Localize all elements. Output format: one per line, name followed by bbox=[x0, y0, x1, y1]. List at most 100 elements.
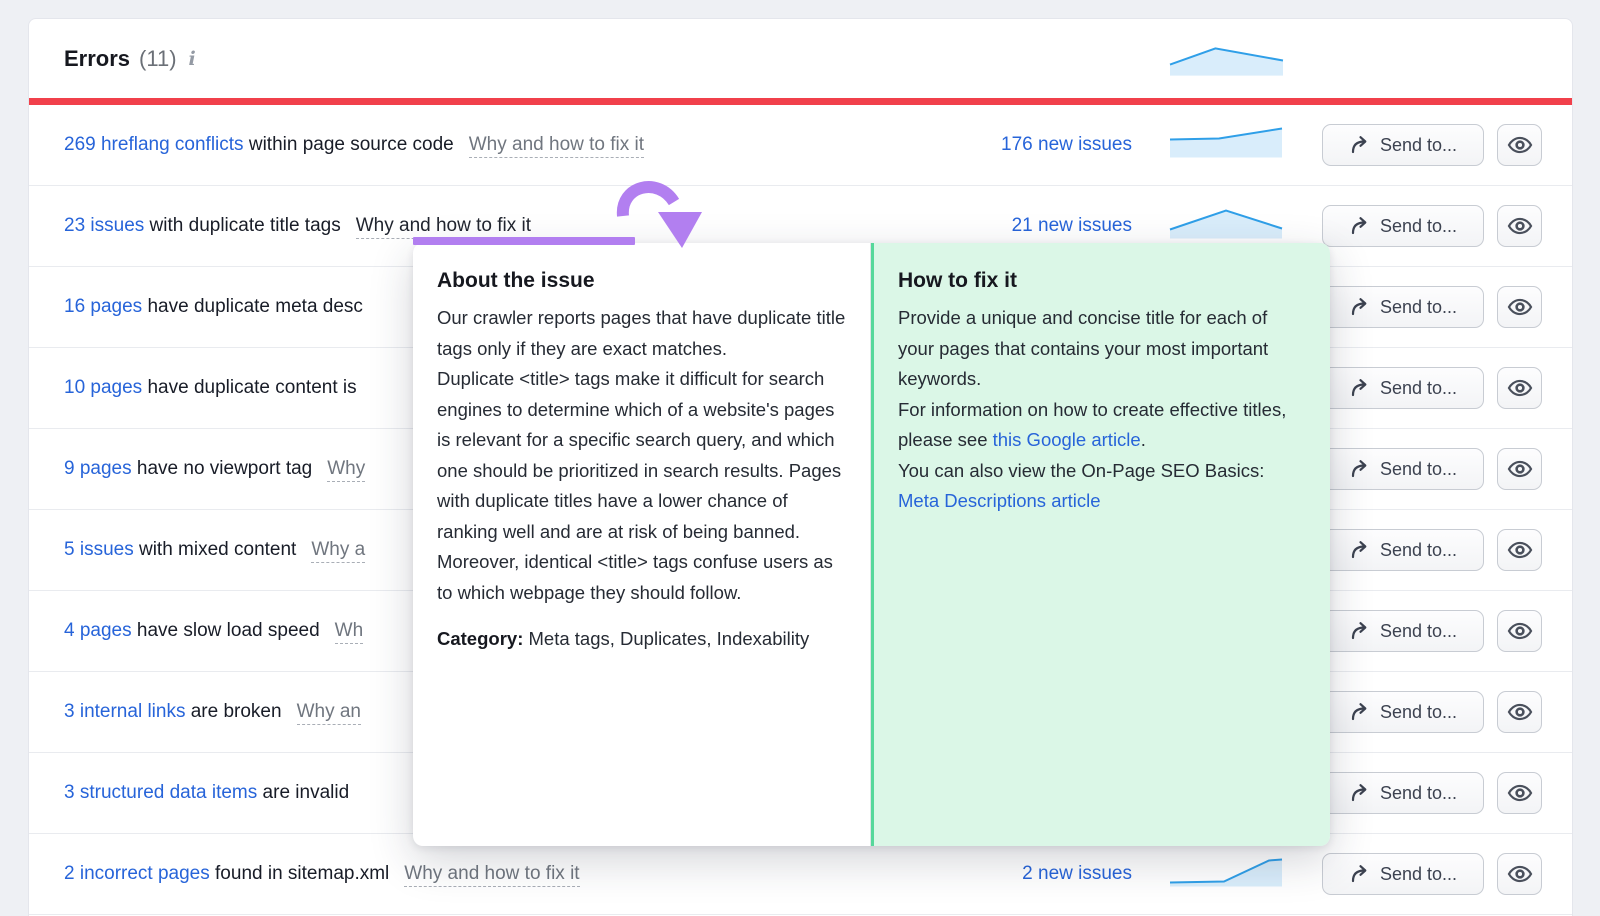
error-text: within page source code bbox=[244, 134, 454, 155]
category-label: Category: bbox=[437, 628, 523, 649]
send-to-label: Send to... bbox=[1380, 783, 1457, 804]
error-count-link[interactable]: 9 pages bbox=[64, 458, 132, 479]
errors-trend-sparkline bbox=[1169, 43, 1284, 83]
new-issues-link[interactable]: 176 new issues bbox=[1001, 134, 1132, 156]
error-text: have duplicate meta desc bbox=[142, 296, 363, 317]
fix-paragraph: You can also view the On-Page SEO Basics… bbox=[898, 456, 1306, 517]
issue-trend-sparkline bbox=[1169, 208, 1283, 245]
about-paragraph: Duplicate <title> tags make it difficult… bbox=[437, 364, 847, 547]
hide-issue-button[interactable] bbox=[1497, 610, 1542, 652]
error-text: found in sitemap.xml bbox=[210, 863, 390, 884]
forward-arrow-icon bbox=[1349, 216, 1370, 237]
send-to-label: Send to... bbox=[1380, 135, 1457, 156]
why-and-how-to-fix-link[interactable]: Why and how to fix it bbox=[469, 134, 644, 158]
error-text: are invalid bbox=[257, 782, 349, 803]
eye-icon bbox=[1507, 375, 1533, 401]
error-count-link[interactable]: 2 incorrect pages bbox=[64, 863, 210, 884]
send-to-button[interactable]: Send to... bbox=[1322, 691, 1484, 733]
send-to-button[interactable]: Send to... bbox=[1322, 772, 1484, 814]
eye-icon bbox=[1507, 699, 1533, 725]
info-icon[interactable]: i bbox=[186, 48, 199, 70]
forward-arrow-icon bbox=[1349, 864, 1370, 885]
why-and-how-to-fix-link[interactable]: Why and how to fix it bbox=[356, 215, 531, 239]
hide-issue-button[interactable] bbox=[1497, 691, 1542, 733]
error-description: 23 issues with duplicate title tagsWhy a… bbox=[64, 215, 531, 237]
error-text: have duplicate content is bbox=[142, 377, 356, 398]
fix-text: Provide a unique and concise title for e… bbox=[898, 303, 1306, 517]
error-description: 269 hreflang conflicts within page sourc… bbox=[64, 134, 644, 156]
errors-panel-header: Errors (11) i bbox=[29, 19, 1572, 98]
hide-issue-button[interactable] bbox=[1497, 529, 1542, 571]
error-count-link[interactable]: 269 hreflang conflicts bbox=[64, 134, 244, 155]
new-issues-link[interactable]: 2 new issues bbox=[1022, 863, 1132, 885]
about-the-issue-pane: About the issue Our crawler reports page… bbox=[413, 243, 871, 846]
error-count-link[interactable]: 23 issues bbox=[64, 215, 144, 236]
send-to-button[interactable]: Send to... bbox=[1322, 448, 1484, 490]
fix-article-link[interactable]: this Google article bbox=[993, 429, 1141, 450]
fix-title: How to fix it bbox=[898, 269, 1306, 293]
send-to-button[interactable]: Send to... bbox=[1322, 853, 1484, 895]
send-to-button[interactable]: Send to... bbox=[1322, 367, 1484, 409]
how-to-fix-pane: How to fix it Provide a unique and conci… bbox=[871, 243, 1330, 846]
hide-issue-button[interactable] bbox=[1497, 205, 1542, 247]
page-title: Errors (11) i bbox=[64, 46, 199, 72]
send-to-label: Send to... bbox=[1380, 459, 1457, 480]
error-description: 3 internal links are broken Why an bbox=[64, 701, 361, 723]
error-text: are broken bbox=[185, 701, 281, 722]
fix-paragraph: For information on how to create effecti… bbox=[898, 395, 1306, 456]
send-to-button[interactable]: Send to... bbox=[1322, 286, 1484, 328]
error-text: have no viewport tag bbox=[132, 458, 313, 479]
forward-arrow-icon bbox=[1349, 540, 1370, 561]
forward-arrow-icon bbox=[1349, 783, 1370, 804]
eye-icon bbox=[1507, 537, 1533, 563]
send-to-button[interactable]: Send to... bbox=[1322, 124, 1484, 166]
send-to-label: Send to... bbox=[1380, 702, 1457, 723]
send-to-label: Send to... bbox=[1380, 378, 1457, 399]
about-paragraph: Moreover, identical <title> tags confuse… bbox=[437, 547, 847, 608]
error-description: 5 issues with mixed contentWhy a bbox=[64, 539, 365, 561]
eye-icon bbox=[1507, 456, 1533, 482]
why-and-how-to-fix-link[interactable]: Why and how to fix it bbox=[404, 863, 579, 887]
error-count-link[interactable]: 16 pages bbox=[64, 296, 142, 317]
send-to-label: Send to... bbox=[1380, 540, 1457, 561]
forward-arrow-icon bbox=[1349, 621, 1370, 642]
about-text: Our crawler reports pages that have dupl… bbox=[437, 303, 847, 608]
hide-issue-button[interactable] bbox=[1497, 853, 1542, 895]
error-count-link[interactable]: 4 pages bbox=[64, 620, 132, 641]
fix-text-segment: . bbox=[1141, 429, 1146, 450]
send-to-button[interactable]: Send to... bbox=[1322, 610, 1484, 652]
error-description: 3 structured data items are invalid bbox=[64, 782, 349, 804]
annotation-purple-arrow-icon bbox=[608, 174, 708, 259]
error-description: 2 incorrect pages found in sitemap.xml Wh… bbox=[64, 863, 580, 885]
hide-issue-button[interactable] bbox=[1497, 124, 1542, 166]
error-count-link[interactable]: 3 internal links bbox=[64, 701, 185, 722]
forward-arrow-icon bbox=[1349, 378, 1370, 399]
send-to-button[interactable]: Send to... bbox=[1322, 529, 1484, 571]
issue-trend-sparkline bbox=[1169, 856, 1283, 893]
error-text: have slow load speed bbox=[132, 620, 320, 641]
new-issues-link[interactable]: 21 new issues bbox=[1012, 215, 1132, 237]
error-description: 10 pages have duplicate content is bbox=[64, 377, 357, 399]
errors-severity-bar bbox=[29, 98, 1572, 105]
error-count-link[interactable]: 10 pages bbox=[64, 377, 142, 398]
eye-icon bbox=[1507, 780, 1533, 806]
send-to-button[interactable]: Send to... bbox=[1322, 205, 1484, 247]
error-count-link[interactable]: 3 structured data items bbox=[64, 782, 257, 803]
hide-issue-button[interactable] bbox=[1497, 367, 1542, 409]
fix-article-link[interactable]: Meta Descriptions article bbox=[898, 490, 1101, 511]
category-values: Meta tags, Duplicates, Indexability bbox=[529, 628, 810, 649]
hide-issue-button[interactable] bbox=[1497, 772, 1542, 814]
hide-issue-button[interactable] bbox=[1497, 286, 1542, 328]
send-to-label: Send to... bbox=[1380, 297, 1457, 318]
why-and-how-to-fix-link[interactable]: Why bbox=[327, 458, 365, 482]
why-and-how-to-fix-link[interactable]: Why an bbox=[297, 701, 361, 725]
why-and-how-to-fix-link[interactable]: Why a bbox=[311, 539, 365, 563]
issue-tooltip: About the issue Our crawler reports page… bbox=[413, 243, 1330, 846]
errors-count: (11) bbox=[139, 46, 177, 72]
why-and-how-to-fix-link[interactable]: Wh bbox=[335, 620, 364, 644]
error-description: 16 pages have duplicate meta desc bbox=[64, 296, 363, 318]
about-title: About the issue bbox=[437, 269, 847, 293]
error-count-link[interactable]: 5 issues bbox=[64, 539, 134, 560]
fix-text-segment: You can also view the On-Page SEO Basics… bbox=[898, 460, 1264, 481]
hide-issue-button[interactable] bbox=[1497, 448, 1542, 490]
